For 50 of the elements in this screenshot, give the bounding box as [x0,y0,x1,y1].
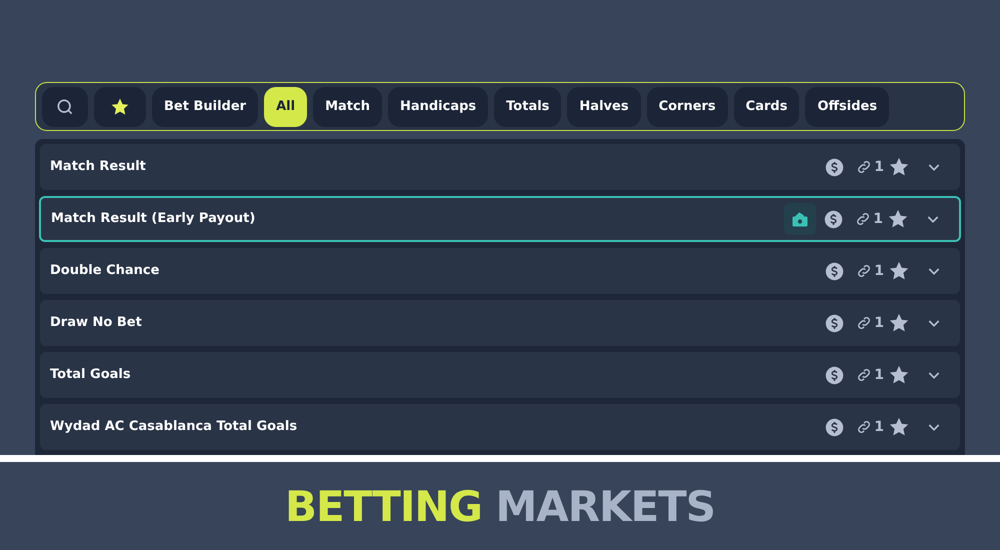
market-name: Wydad AC Casablanca Total Goals [50,418,298,436]
link-icon [856,367,872,383]
dollar-coin-icon [825,262,844,280]
link-count: 1 [874,158,884,176]
filter-tab[interactable]: Handicaps [388,86,488,126]
market-name: Draw No Bet [50,314,143,332]
filter-tab[interactable]: Bet Builder [152,86,258,126]
star-icon [110,96,130,116]
link-icon [856,263,872,279]
market-row[interactable]: Total Goals 1 [40,352,960,398]
market-row[interactable]: Double Chance 1 [40,248,960,294]
market-name: Double Chance [50,262,160,280]
link-count: 1 [874,314,884,332]
link-icon [856,159,872,175]
dollar-coin-icon [825,314,844,332]
filter-tab[interactable]: Halves [567,86,641,126]
dollar-coin-icon [824,210,844,228]
market-row[interactable]: Wydad AC Casablanca Total Goals 1 [40,404,960,450]
filter-tab[interactable]: Cards [734,86,800,126]
link-count: 1 [874,262,884,280]
star-icon [888,156,910,178]
star-icon [888,364,910,386]
dollar-coin-icon [825,418,844,436]
link-icon [856,419,872,435]
link-icon [856,315,872,331]
market-row[interactable]: Match Result (Early Payout) 1 [39,196,961,242]
filter-tab[interactable]: Totals [494,86,562,126]
link-count: 1 [874,366,884,384]
filter-tab[interactable]: Offsides [805,86,890,126]
dollar-coin-icon [825,366,844,384]
market-row[interactable]: Match Result 1 [40,144,960,190]
dollar-coin-icon [825,158,844,176]
market-name: Match Result [50,158,147,176]
star-icon [888,416,910,438]
search-button[interactable] [42,86,88,126]
star-icon [888,260,910,282]
star-icon [887,208,909,230]
favorites-button[interactable] [94,86,146,126]
link-count: 1 [874,418,884,436]
filter-tab[interactable]: All [264,86,308,126]
filter-tab[interactable]: Match [313,86,382,126]
market-name: Total Goals [50,366,132,384]
star-icon [888,312,910,334]
search-icon [55,96,75,116]
market-row[interactable]: Draw No Bet 1 [40,300,960,346]
link-count: 1 [873,210,883,228]
filter-tab[interactable]: Corners [646,86,728,126]
banner-title: BETTING MARKETS [285,480,715,532]
link-icon [855,211,872,227]
market-name: Match Result (Early Payout) [51,210,256,228]
